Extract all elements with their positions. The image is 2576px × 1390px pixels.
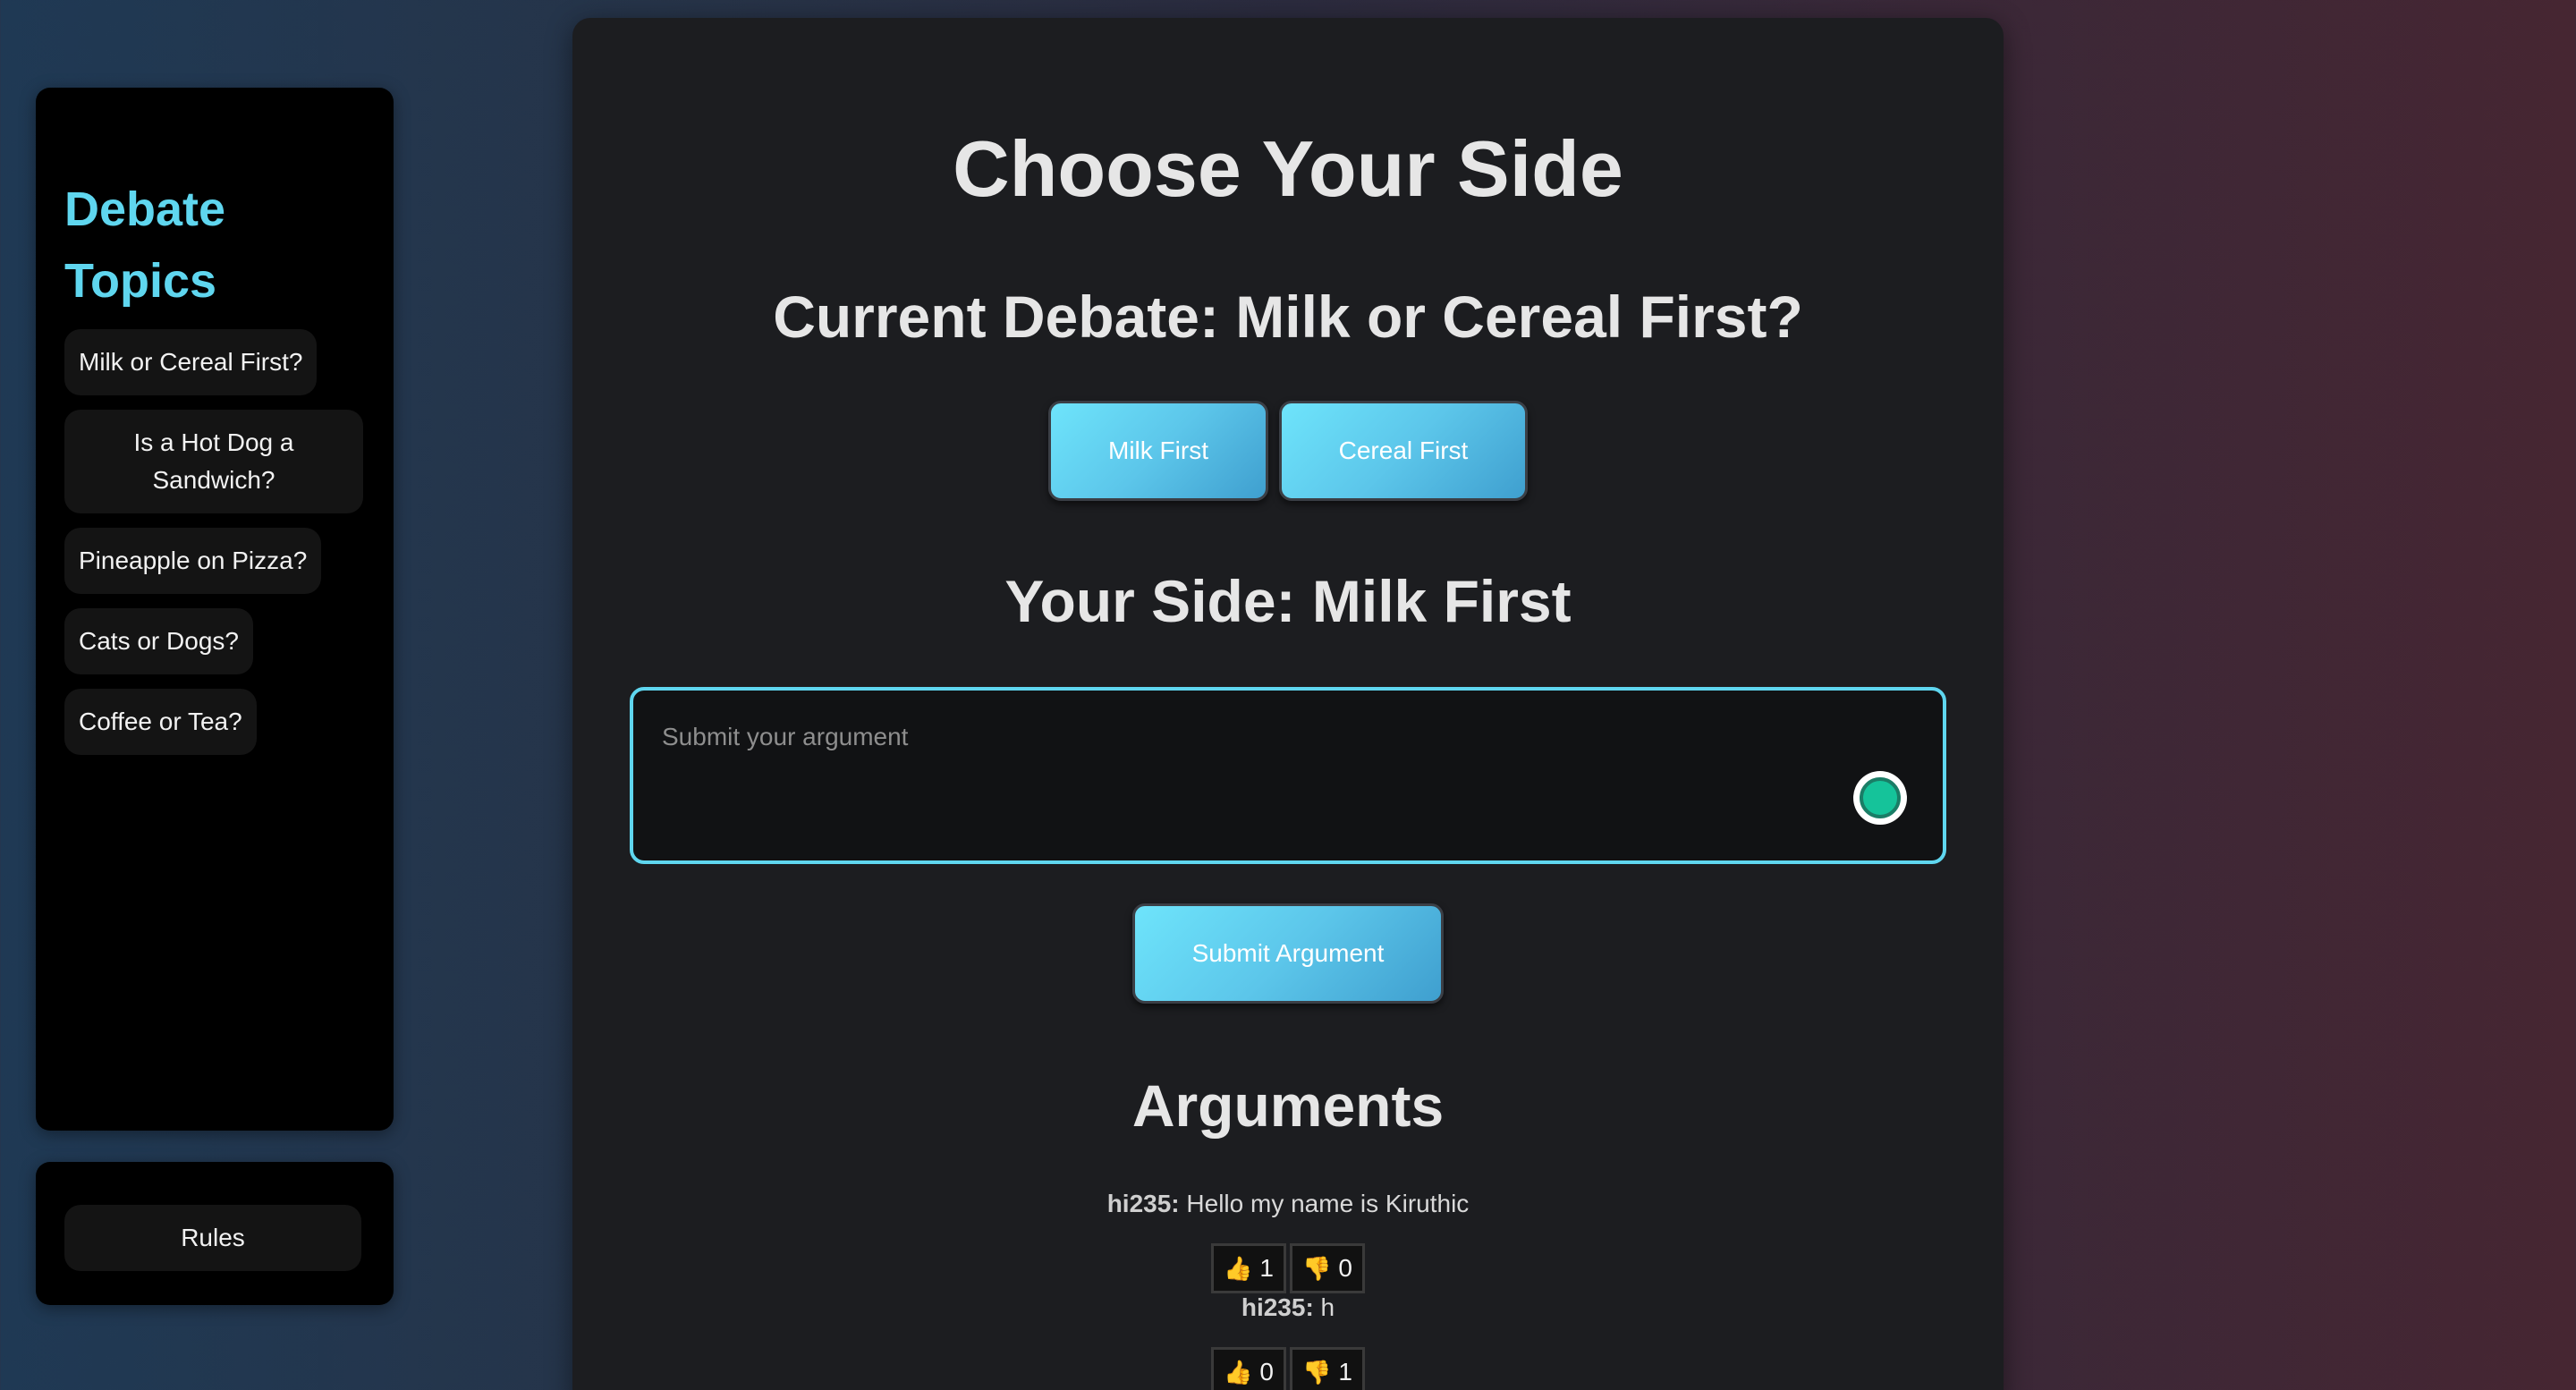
downvote-button[interactable]: 👎 1 — [1290, 1347, 1365, 1390]
argument-author: hi235: — [1241, 1293, 1314, 1321]
milk-first-button[interactable]: Milk First — [1048, 401, 1268, 501]
downvote-button[interactable]: 👎 0 — [1290, 1243, 1365, 1293]
topic-list: Milk or Cereal First? Is a Hot Dog a San… — [64, 329, 365, 755]
main-panel: Choose Your Side Current Debate: Milk or… — [572, 18, 2004, 1390]
submit-argument-button[interactable]: Submit Argument — [1132, 903, 1444, 1004]
grammarly-icon[interactable] — [1853, 771, 1907, 825]
current-debate-heading: Current Debate: Milk or Cereal First? — [773, 284, 1803, 350]
upvote-count: 1 — [1259, 1254, 1274, 1282]
argument-text: h — [1313, 1293, 1335, 1321]
argument-author: hi235: — [1106, 1190, 1180, 1217]
upvote-count: 0 — [1259, 1358, 1274, 1386]
upvote-button[interactable]: 👍 1 — [1211, 1243, 1286, 1293]
vote-row: 👍 0 👎 1 — [572, 1347, 2004, 1390]
thumbs-down-icon: 👎 — [1302, 1358, 1332, 1386]
thumbs-up-icon: 👍 — [1224, 1254, 1253, 1282]
upvote-button[interactable]: 👍 0 — [1211, 1347, 1286, 1390]
argument-text: Hello my name is Kiruthic — [1179, 1190, 1470, 1217]
downvote-count: 0 — [1338, 1254, 1352, 1282]
argument-item: hi235: Hello my name is Kiruthic — [572, 1190, 2004, 1218]
argument-item: hi235: h — [572, 1293, 2004, 1322]
topic-cats-or-dogs[interactable]: Cats or Dogs? — [64, 608, 253, 674]
thumbs-up-icon: 👍 — [1224, 1358, 1253, 1386]
topic-milk-or-cereal[interactable]: Milk or Cereal First? — [64, 329, 318, 395]
topic-hot-dog-sandwich[interactable]: Is a Hot Dog a Sandwich? — [64, 410, 363, 513]
topics-sidebar: Debate Topics Milk or Cereal First? Is a… — [36, 88, 394, 1131]
side-choice-buttons: Milk First Cereal First — [572, 401, 2004, 501]
topic-pineapple-pizza[interactable]: Pineapple on Pizza? — [64, 528, 322, 594]
sidebar-title: Debate Topics — [64, 182, 226, 308]
rules-button[interactable]: Rules — [64, 1205, 361, 1271]
argument-textarea[interactable]: Submit your argument — [630, 687, 1946, 864]
page-title: Choose Your Side — [953, 124, 1623, 213]
downvote-count: 1 — [1338, 1358, 1352, 1386]
cereal-first-button[interactable]: Cereal First — [1279, 401, 1528, 501]
vote-row: 👍 1 👎 0 — [572, 1243, 2004, 1293]
arguments-heading: Arguments — [1131, 1072, 1445, 1139]
submit-row: Submit Argument — [572, 903, 2004, 1004]
thumbs-down-icon: 👎 — [1302, 1254, 1332, 1282]
argument-placeholder: Submit your argument — [662, 723, 909, 750]
topic-coffee-or-tea[interactable]: Coffee or Tea? — [64, 689, 257, 755]
your-side-heading: Your Side: Milk First — [1004, 568, 1572, 634]
rules-panel: Rules — [36, 1162, 394, 1305]
